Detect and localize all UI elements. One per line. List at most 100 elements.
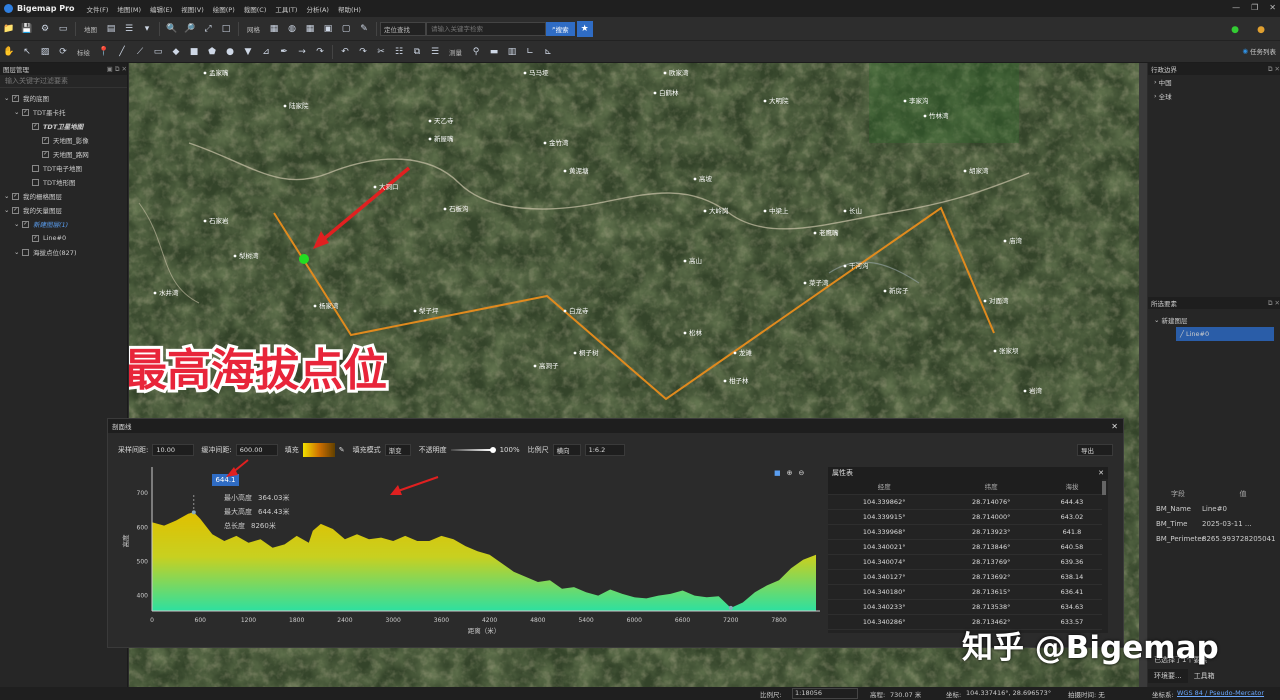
square-icon[interactable]: ■: [186, 44, 202, 60]
tab-toolbox[interactable]: 工具箱: [1188, 669, 1221, 683]
menu-help[interactable]: 帮助(H): [338, 4, 361, 14]
layer-checkbox[interactable]: ✓: [12, 94, 19, 102]
status-crs-value[interactable]: WGS 84 / Pseudo-Mercator: [1177, 689, 1264, 697]
attr-row[interactable]: 104.340233° 28.713538° 634.63: [828, 599, 1102, 615]
layer-tree-item[interactable]: TDT电子地图: [0, 161, 127, 175]
chevron-down-icon[interactable]: ⌄: [4, 94, 12, 102]
table-icon[interactable]: ▦: [302, 21, 318, 37]
compass-icon[interactable]: ⊾: [540, 44, 556, 60]
merge-icon[interactable]: ⧉: [409, 44, 425, 60]
menu-edit[interactable]: 编辑(E): [150, 4, 172, 14]
layer-checkbox[interactable]: ✓: [42, 150, 49, 158]
brush-icon[interactable]: ✎: [356, 21, 372, 37]
zoom-out-icon[interactable]: 🔎: [182, 21, 198, 37]
close-icon[interactable]: ✕: [1111, 422, 1118, 431]
tab-environment[interactable]: 环境要...: [1148, 669, 1188, 683]
minimize-icon[interactable]: —: [1232, 3, 1240, 12]
map-scrollbar[interactable]: [1139, 63, 1147, 700]
layer-tree-item[interactable]: ⌄ ✓ 我的栅格图层: [0, 189, 127, 203]
panel-buttons-icon[interactable]: ▣ ⧉ ✕: [107, 65, 127, 74]
search-button[interactable]: ⌕ 搜索: [546, 21, 575, 36]
rotate-icon[interactable]: ⟳: [55, 44, 71, 60]
panel-buttons-icon[interactable]: ⧉ ✕: [1268, 65, 1280, 74]
menu-tools[interactable]: 工具(T): [275, 4, 297, 14]
chevron-down-icon[interactable]: ⌄: [14, 248, 22, 256]
line-icon[interactable]: ╱: [114, 44, 130, 60]
rectangle-icon[interactable]: ▭: [150, 44, 166, 60]
opacity-handle[interactable]: [489, 447, 496, 453]
polygon-icon[interactable]: ⬟: [204, 44, 220, 60]
attr-row[interactable]: 104.340127° 28.713692° 638.14: [828, 569, 1102, 585]
user-icon[interactable]: ●: [1253, 22, 1269, 38]
attr-row[interactable]: 104.339862° 28.714076° 644.43: [828, 494, 1102, 510]
scale-value-select[interactable]: 1:6.2: [584, 444, 625, 456]
point-marker-icon[interactable]: 📍: [96, 44, 112, 60]
menu-view[interactable]: 视图(V): [181, 4, 204, 14]
angle-icon[interactable]: ∟: [522, 44, 538, 60]
curve-arrow-icon[interactable]: ↷: [312, 44, 328, 60]
layer-checkbox[interactable]: ✓: [32, 234, 39, 242]
maximize-icon[interactable]: ❐: [1251, 3, 1258, 12]
stack-icon[interactable]: ☷: [391, 44, 407, 60]
search-input[interactable]: [426, 21, 546, 36]
pen-icon[interactable]: ✒: [276, 44, 292, 60]
globe-icon[interactable]: ◍: [284, 21, 300, 37]
lowest-point[interactable]: [728, 605, 733, 610]
search-category-select[interactable]: 定位查找: [380, 21, 426, 36]
list-icon[interactable]: ☰: [427, 44, 443, 60]
chevron-down-icon[interactable]: ⌄: [14, 220, 22, 228]
region-item-china[interactable]: › 中国: [1148, 75, 1280, 89]
scissors-icon[interactable]: ✂: [373, 44, 389, 60]
attr-scrollbar[interactable]: [1102, 481, 1106, 495]
chart-select-icon[interactable]: ■: [774, 469, 781, 477]
chevron-down-icon[interactable]: ⌄: [14, 108, 22, 116]
ruler-icon[interactable]: ▬: [486, 44, 502, 60]
calc-icon[interactable]: ▣: [320, 21, 336, 37]
fullscreen-icon[interactable]: □: [218, 21, 234, 37]
layer-tree-item[interactable]: ⌄ ✓ TDT墨卡托: [0, 105, 127, 119]
layer-checkbox[interactable]: [32, 178, 39, 186]
chevron-down-icon[interactable]: ⌄: [4, 206, 12, 214]
menu-analysis[interactable]: 分析(A): [306, 4, 329, 14]
layer-filter-input[interactable]: 输入关键字过滤要素: [0, 75, 127, 88]
menu-draw[interactable]: 绘图(P): [213, 4, 235, 14]
star-icon[interactable]: ★: [576, 20, 593, 37]
zoom-fit-icon[interactable]: ⤢: [200, 21, 216, 37]
analysis-label[interactable]: 测量: [449, 47, 462, 57]
map-label[interactable]: 地图: [84, 24, 97, 34]
attr-row[interactable]: 104.340180° 28.713615° 636.41: [828, 584, 1102, 600]
pan-hand-icon[interactable]: ✋: [1, 44, 17, 60]
scale-mode-select[interactable]: 横向: [552, 444, 581, 456]
layer-icon[interactable]: ▤: [103, 21, 119, 37]
wechat-icon[interactable]: ●: [1227, 22, 1243, 38]
circle-icon[interactable]: ●: [222, 44, 238, 60]
picker-icon[interactable]: ✎: [339, 446, 345, 454]
selected-group[interactable]: ⌄ 新建图层: [1154, 313, 1188, 327]
attr-row[interactable]: 104.339968° 28.713923° 641.8: [828, 524, 1102, 540]
layer-checkbox[interactable]: ✓: [12, 206, 19, 214]
layer-tree-item[interactable]: ✓ 天地图_影像: [0, 133, 127, 147]
layer-checkbox[interactable]: [32, 164, 39, 172]
open-folder-icon[interactable]: 📁: [1, 21, 17, 37]
layer-checkbox[interactable]: ✓: [42, 136, 49, 144]
task-list-button[interactable]: ◉ 任务列表: [1242, 46, 1276, 56]
close-icon[interactable]: ✕: [1269, 3, 1276, 12]
pin-icon[interactable]: ⚲: [468, 44, 484, 60]
redo-icon[interactable]: ↷: [355, 44, 371, 60]
attr-row[interactable]: 104.340074° 28.713769° 639.36: [828, 554, 1102, 570]
grid-label[interactable]: 网格: [247, 24, 260, 34]
select-arrow-icon[interactable]: ↖: [19, 44, 35, 60]
menu-map[interactable]: 地图(M): [117, 4, 141, 14]
image-icon[interactable]: ▨: [37, 44, 53, 60]
layer-checkbox[interactable]: [22, 248, 29, 256]
highest-point-marker[interactable]: [299, 254, 309, 264]
chart-zoom-out-icon[interactable]: ⊖: [799, 469, 805, 477]
layer-tree-item[interactable]: ⌄ 海拔点位(827): [0, 245, 127, 259]
selected-item[interactable]: ╱ Line#0: [1176, 327, 1274, 341]
mark-label[interactable]: 标绘: [77, 47, 90, 57]
layer-tree-item[interactable]: ⌄ ✓ 我的矢量图层: [0, 203, 127, 217]
menu-file[interactable]: 文件(F): [87, 4, 109, 14]
layer-tree-item[interactable]: ✓ 天地图_路网: [0, 147, 127, 161]
window-icon[interactable]: ▢: [338, 21, 354, 37]
save-icon[interactable]: 💾: [19, 21, 35, 37]
